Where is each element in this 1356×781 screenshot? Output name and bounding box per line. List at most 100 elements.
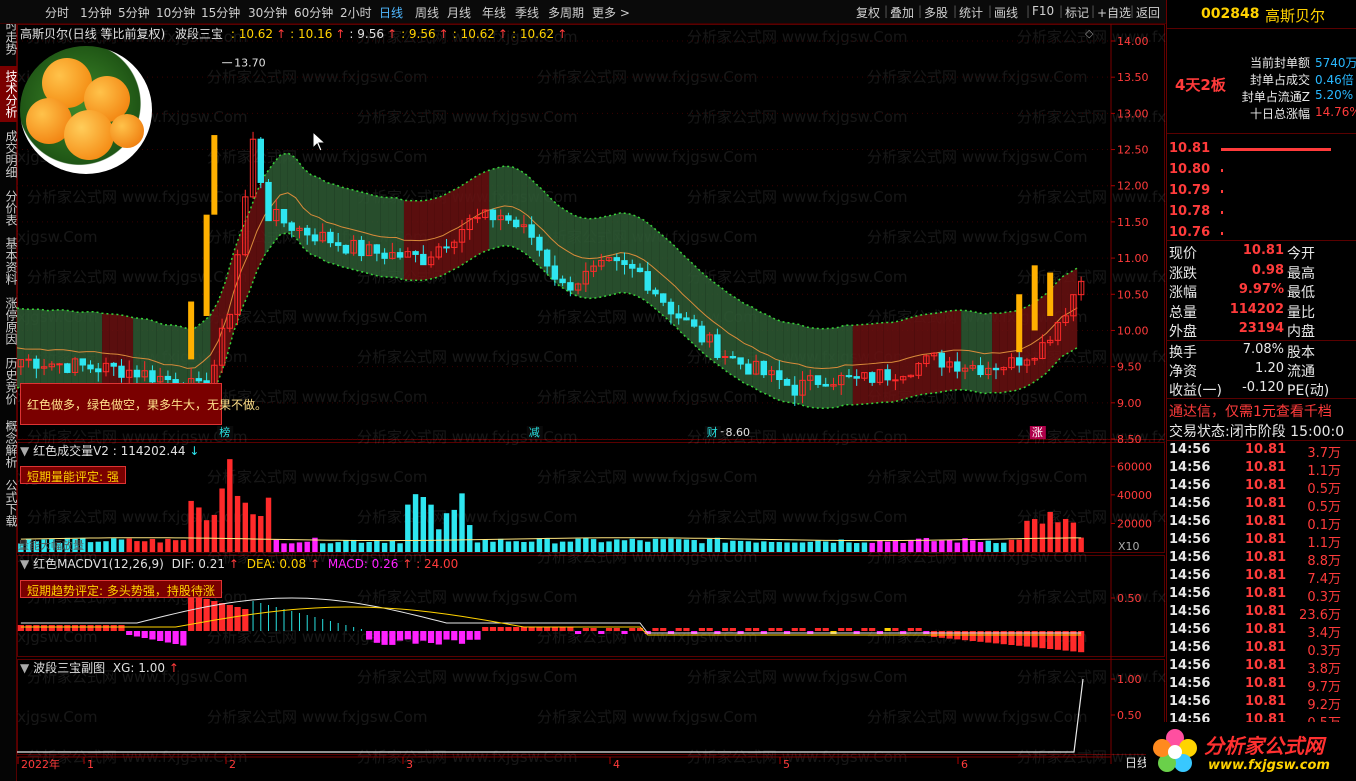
trade-row[interactable]: 14:56 10.81 1.1万: [1169, 460, 1355, 479]
pane-toggle-icon[interactable]: ▼: [20, 444, 29, 458]
watermark-text: 分析家公式网 www.fxjgsw.Com: [357, 588, 578, 606]
volume-bar: [1024, 520, 1030, 552]
toolbar-item-6[interactable]: 60分钟: [294, 4, 333, 21]
trade-row[interactable]: 14:56 10.81 0.3万: [1169, 586, 1355, 605]
indicator-value-5: : 10.62: [511, 27, 555, 41]
volume-bar: [768, 541, 775, 552]
toolbar-item-10[interactable]: 月线: [447, 4, 471, 21]
leftnav-item-8[interactable]: 公式下载: [0, 476, 18, 530]
pane-toggle-icon[interactable]: ▼: [20, 661, 29, 675]
trade-row[interactable]: 14:56 10.81 0.5万: [1169, 496, 1355, 515]
event-mark-label[interactable]: 财: [707, 425, 718, 439]
toolbar-right-item-1[interactable]: 叠加: [890, 4, 914, 21]
pane-toggle-icon[interactable]: ▼: [20, 557, 29, 571]
event-mark-label[interactable]: 榜: [219, 425, 230, 439]
candle-body: [87, 364, 94, 370]
toolbar-item-1[interactable]: 1分钟: [80, 4, 112, 21]
toolbar-item-2[interactable]: 5分钟: [118, 4, 150, 21]
event-mark-label[interactable]: 减: [529, 426, 540, 439]
candle-body: [56, 363, 63, 366]
toolbar-item-9[interactable]: 周线: [415, 4, 439, 21]
toolbar-item-0[interactable]: 分时: [45, 4, 69, 21]
trade-row[interactable]: 14:56 10.81 0.5万: [1169, 478, 1355, 497]
seal-stat-label-3: 十日总涨幅: [1249, 107, 1310, 121]
trade-row[interactable]: 14:56 10.81 0.3万: [1169, 640, 1355, 659]
candle-body: [257, 138, 264, 183]
toolbar-item-4[interactable]: 15分钟: [201, 4, 240, 21]
volume-bar: [296, 542, 303, 552]
macd-bar: [381, 631, 388, 645]
trade-row[interactable]: 14:56 10.81 9.2万: [1169, 694, 1355, 713]
leftnav-item-3[interactable]: 分价表: [0, 186, 18, 230]
trade-row[interactable]: 14:56 10.81 1.1万: [1169, 532, 1355, 551]
toolbar-divider: |: [953, 4, 958, 18]
volume-bar: [366, 541, 372, 552]
volume-bar: [675, 539, 682, 552]
indicator-up-arrow-icon: ↑: [335, 27, 346, 41]
toolbar-item-7[interactable]: 2小时: [340, 4, 372, 21]
volume-bar: [482, 539, 488, 552]
volume-bar: [699, 543, 705, 552]
volume-bar: [242, 502, 249, 552]
trade-row[interactable]: 14:56 10.81 3.4万: [1169, 622, 1355, 641]
leftnav-item-4[interactable]: 基本资料: [0, 232, 18, 290]
y-tick-label: 10.00: [1117, 324, 1149, 337]
candle-body: [992, 367, 1000, 371]
toolbar-right-item-4[interactable]: 画线: [994, 4, 1018, 21]
macd-bar: [71, 625, 79, 631]
toolbar-right-item-8[interactable]: 返回: [1136, 4, 1160, 21]
toolbar-item-8[interactable]: 日线: [379, 4, 403, 21]
x-tick-label: 2022年: [21, 757, 60, 771]
leftnav-item-6[interactable]: 历史竞价: [0, 352, 18, 410]
volume-note-value: 强: [106, 470, 119, 484]
toolbar-right-item-3[interactable]: 统计: [959, 4, 983, 21]
toolbar-item-11[interactable]: 年线: [482, 4, 506, 21]
macd-bar: [915, 628, 922, 631]
volume-bar: [319, 543, 326, 552]
macd-bar: [451, 631, 458, 641]
volume-bar: [877, 540, 883, 552]
order-book-bar-2: [1221, 190, 1223, 193]
macd-bar: [149, 631, 156, 640]
leftnav-item-5[interactable]: 涨停原因: [0, 292, 18, 350]
order-book-bar-3: [1221, 211, 1223, 214]
toolbar-right-item-6[interactable]: 标记: [1065, 4, 1089, 21]
event-mark-label[interactable]: 涨: [1032, 426, 1043, 439]
quote2-value-1: 1.20: [1255, 361, 1284, 376]
toolbar-right-item-5[interactable]: F10: [1032, 4, 1054, 18]
toolbar-right-item-2[interactable]: 多股: [924, 4, 948, 21]
watermark-text: 分析家公式网 www.fxjgsw.Com: [867, 628, 1088, 646]
trade-row[interactable]: 14:56 10.81 7.4万: [1169, 568, 1355, 587]
toolbar-item-14[interactable]: 更多 >: [592, 4, 630, 21]
watermark-text: 分析家公式网 www.fxjgsw.Com: [867, 708, 1088, 726]
leftnav-item-7[interactable]: 概念解析: [0, 414, 18, 474]
volume-bar: [234, 495, 241, 552]
x-tick-label: 1: [87, 758, 94, 771]
watermark-text: 分析家公式网 www.fxjgsw.Com: [867, 468, 1088, 486]
macd-bar: [621, 631, 628, 634]
trade-row[interactable]: 14:56 10.81 3.7万: [1169, 442, 1355, 461]
leftnav-item-2[interactable]: 成交明细: [0, 124, 18, 184]
toolbar-item-5[interactable]: 30分钟: [248, 4, 287, 21]
volume-bar: [211, 514, 218, 552]
toolbar-right-item-7[interactable]: +自选: [1097, 4, 1131, 21]
trade-volume: 0.5万: [1307, 500, 1341, 515]
toolbar-right-item-0[interactable]: 复权: [856, 4, 880, 21]
leftnav-item-1[interactable]: 技术分析: [0, 66, 18, 122]
toolbar-item-12[interactable]: 季线: [515, 4, 539, 21]
macd-bar: [33, 625, 40, 631]
toolbar-item-13[interactable]: 多周期: [548, 4, 584, 21]
brand-logo: 分析家公式网 www.fxjgsw.com: [1146, 722, 1356, 781]
pane-collapse-icon[interactable]: ◇: [1085, 27, 1093, 40]
volume-bar: [939, 540, 945, 552]
trade-row[interactable]: 14:56 10.81 8.8万: [1169, 550, 1355, 569]
promo-link[interactable]: 通达信，仅需1元查看千档: [1169, 401, 1332, 421]
trade-row[interactable]: 14:56 10.81 9.7万: [1169, 676, 1355, 695]
toolbar-item-3[interactable]: 10分钟: [156, 4, 195, 21]
candle-body: [814, 375, 822, 385]
trade-row[interactable]: 14:56 10.81 0.1万: [1169, 514, 1355, 533]
trade-row[interactable]: 14:56 10.81 3.8万: [1169, 658, 1355, 677]
volume-bar: [428, 504, 434, 552]
macd-bar: [126, 631, 133, 635]
trade-row[interactable]: 14:56 10.81 23.6万: [1169, 604, 1355, 623]
